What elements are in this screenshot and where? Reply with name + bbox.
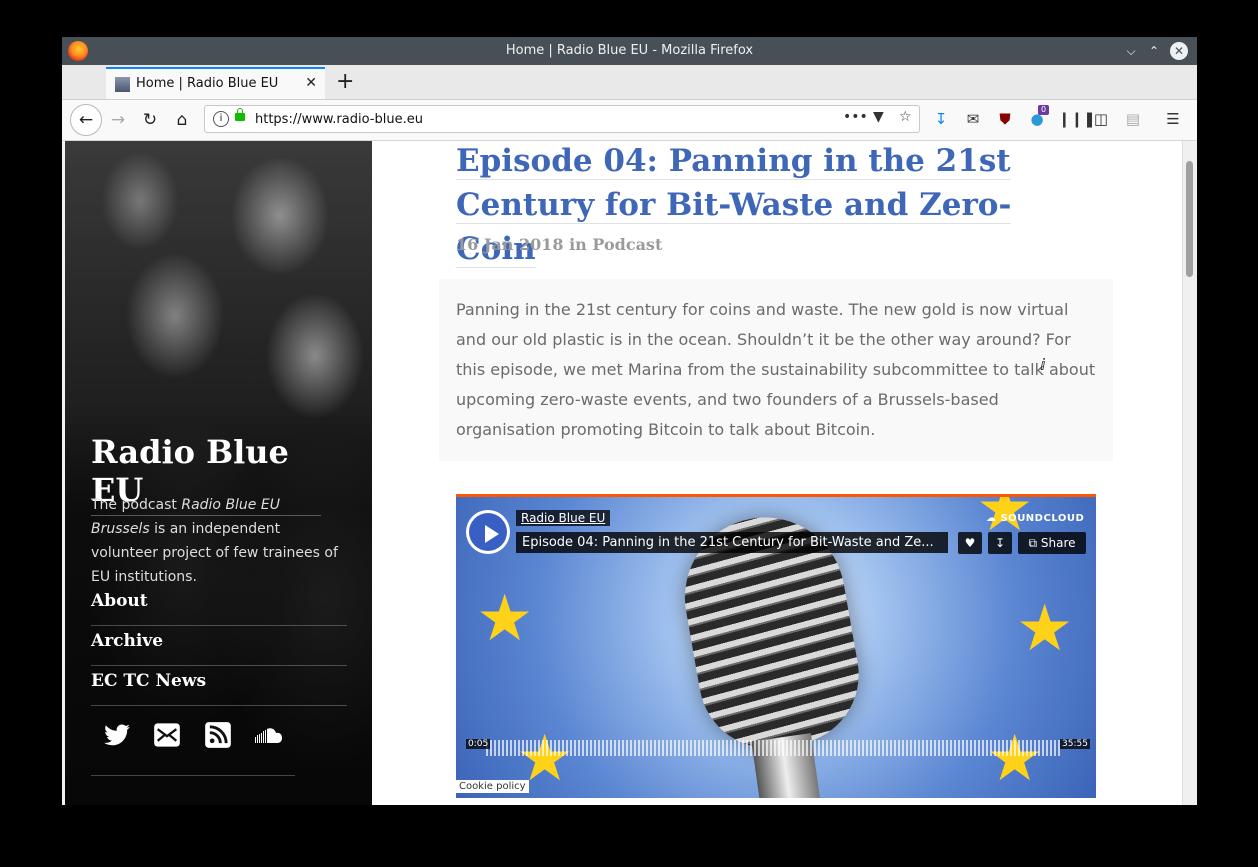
post-meta: 16 Jan 2018 in Podcast	[456, 235, 663, 254]
time-total: 35:55	[1060, 739, 1090, 749]
download-icon[interactable]: ↧	[988, 532, 1012, 554]
share-button[interactable]: ⧉ Share	[1018, 532, 1086, 554]
soundcloud-icon[interactable]	[254, 721, 284, 749]
mail-icon[interactable]: ✉	[962, 108, 984, 130]
tab-home[interactable]: Home | Radio Blue EU ✕	[106, 67, 325, 99]
window-title: Home | Radio Blue EU - Mozilla Firefox	[505, 43, 754, 58]
post-title-line-1[interactable]: Episode 04: Panning in the 21st	[456, 143, 1011, 180]
player-track-title[interactable]: Episode 04: Panning in the 21st Century …	[516, 532, 948, 553]
eu-star-icon: ★	[1016, 592, 1074, 666]
soundcloud-logo[interactable]: ☁ SOUNDCLOUD	[986, 513, 1084, 524]
email-icon[interactable]	[153, 721, 181, 749]
post-lead: Panning in the 21st century for coins an…	[439, 279, 1113, 461]
reader-icon[interactable]: ▤	[1122, 108, 1144, 130]
minimize-icon[interactable]: ⌵	[1122, 42, 1140, 60]
rss-icon[interactable]	[204, 721, 232, 749]
new-tab-icon[interactable]: +	[336, 69, 354, 94]
twitter-icon[interactable]	[103, 721, 131, 749]
reload-icon[interactable]: ↻	[138, 108, 162, 132]
soundcloud-player[interactable]: ★ ★ ★ ★ ★ Radio Blue EU Episode 04: Pann…	[456, 494, 1096, 798]
pocket-icon[interactable]: ▼	[873, 109, 884, 125]
post-lead-text: Panning in the 21st century for coins an…	[456, 300, 1096, 439]
site-nav: About Archive EC TC News	[91, 587, 347, 707]
navigation-toolbar: ← → ↻ ⌂ i https://www.radio-blue.eu ••• …	[62, 100, 1197, 141]
page-actions-icon[interactable]: •••	[843, 109, 868, 125]
lock-icon	[235, 108, 245, 121]
nav-ec-tc-news[interactable]: EC TC News	[91, 667, 347, 706]
menu-icon[interactable]: ☰	[1162, 108, 1184, 130]
site-description: The podcast Radio Blue EU Brussels is an…	[91, 493, 341, 589]
waveform[interactable]	[486, 740, 1060, 756]
main-column: Episode 04: Panning in the 21st Century …	[372, 141, 1181, 805]
share-label: Share	[1040, 536, 1076, 550]
scrollbar-thumb[interactable]	[1186, 161, 1193, 277]
close-tab-icon[interactable]: ✕	[305, 75, 317, 91]
library-icon[interactable]: ❙❙❚	[1058, 108, 1096, 130]
like-icon[interactable]: ♥	[958, 532, 982, 554]
url-text[interactable]: https://www.radio-blue.eu	[255, 112, 423, 127]
time-current: 0:05	[466, 739, 491, 749]
extension-badge: 0	[1038, 105, 1050, 115]
cookie-policy-link[interactable]: Cookie policy	[456, 780, 529, 793]
ublock-icon[interactable]: ⛊	[994, 108, 1016, 130]
text-cursor-icon: ⅈ	[1040, 355, 1046, 374]
home-icon[interactable]: ⌂	[170, 108, 194, 132]
url-bar[interactable]: i https://www.radio-blue.eu ••• ▼ ☆	[204, 105, 920, 133]
page-scrollbar[interactable]	[1182, 141, 1196, 805]
favicon-icon	[115, 77, 130, 92]
window-titlebar: Home | Radio Blue EU - Mozilla Firefox ⌵…	[62, 37, 1197, 65]
site-sidebar: Radio Blue EU The podcast Radio Blue EU …	[65, 141, 372, 805]
ghostery-icon[interactable]: ● 0	[1026, 105, 1050, 130]
social-links	[91, 717, 295, 776]
site-info-icon[interactable]: i	[213, 111, 229, 127]
eu-star-icon: ★	[986, 722, 1044, 796]
bookmark-star-icon[interactable]: ☆	[899, 109, 912, 125]
post-title-line-2[interactable]: Century for Bit-Waste and Zero-Coin	[456, 187, 1012, 268]
nav-about[interactable]: About	[91, 587, 347, 626]
player-user-link[interactable]: Radio Blue EU	[516, 510, 611, 526]
eu-star-icon: ★	[476, 582, 534, 656]
sidebar-toggle-icon[interactable]: ◫	[1090, 108, 1112, 130]
maximize-icon[interactable]: ⌃	[1145, 42, 1163, 60]
description-text: The podcast	[91, 497, 182, 513]
forward-icon[interactable]: →	[106, 108, 130, 132]
soundcloud-brand: SOUNDCLOUD	[1000, 513, 1085, 524]
downloads-icon[interactable]: ↧	[930, 108, 952, 130]
tab-label: Home | Radio Blue EU	[136, 76, 279, 91]
page-content: Radio Blue EU The podcast Radio Blue EU …	[65, 141, 1196, 805]
back-icon[interactable]: ←	[70, 104, 102, 136]
tab-bar: Home | Radio Blue EU ✕ +	[62, 65, 1197, 100]
play-icon[interactable]	[485, 525, 499, 543]
browser-window: Home | Radio Blue EU - Mozilla Firefox ⌵…	[62, 37, 1197, 805]
nav-archive[interactable]: Archive	[91, 627, 347, 666]
close-window-icon[interactable]: ✕	[1170, 42, 1188, 60]
